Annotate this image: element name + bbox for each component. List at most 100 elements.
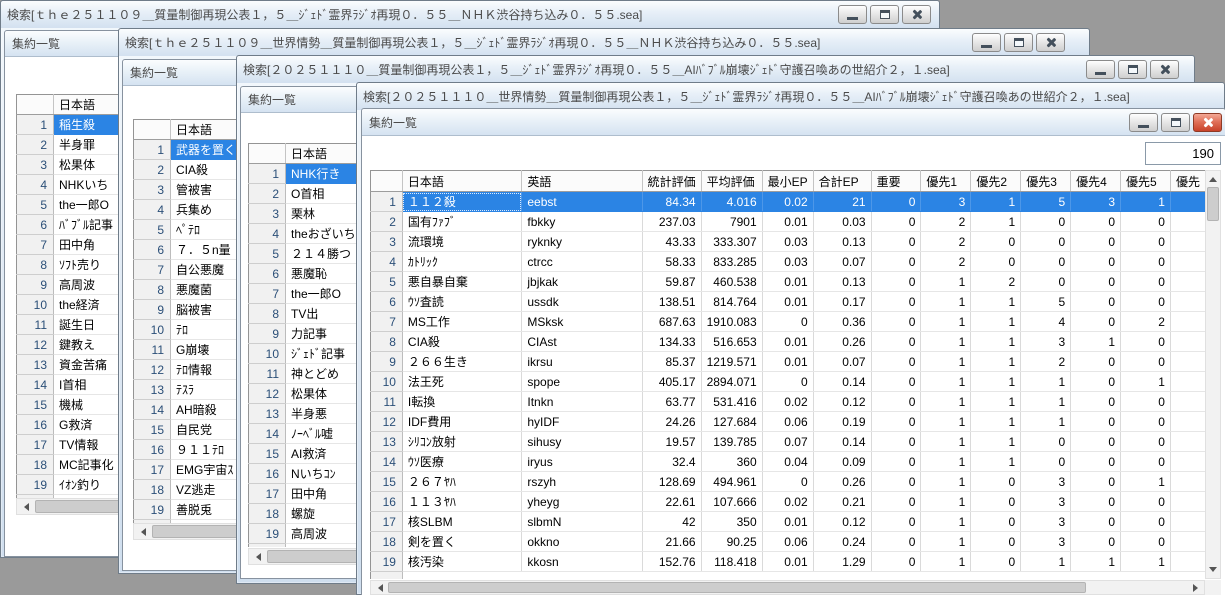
value-cell[interactable]: 58.33 (642, 251, 702, 272)
value-cell[interactable]: 333.307 (701, 231, 763, 252)
value-cell[interactable]: 0.07 (813, 351, 872, 372)
scroll-left-button[interactable] (371, 581, 387, 594)
row-number[interactable]: 15 (133, 419, 171, 440)
scroll-left-button[interactable] (249, 549, 266, 564)
value-cell[interactable]: 1 (920, 331, 972, 352)
value-cell[interactable]: 118.418 (701, 551, 763, 572)
value-cell[interactable]: 0 (1070, 271, 1122, 292)
row-number[interactable]: 8 (133, 279, 171, 300)
row-number[interactable]: 18 (133, 479, 171, 500)
value-cell[interactable]: 0 (970, 251, 1022, 272)
value-cell[interactable]: 85.37 (642, 351, 702, 372)
row-number[interactable]: 2 (16, 134, 54, 155)
value-cell[interactable]: 128.69 (642, 471, 702, 492)
japanese-cell[interactable]: 剣を置く (402, 531, 523, 552)
value-cell[interactable]: 3 (1020, 511, 1072, 532)
column-header-11[interactable]: 優先4 (1070, 170, 1122, 192)
value-cell[interactable]: 0 (762, 471, 814, 492)
value-cell[interactable]: 32.4 (642, 451, 702, 472)
value-cell[interactable]: 0 (762, 371, 814, 392)
value-cell[interactable]: 0 (1120, 291, 1171, 312)
value-cell[interactable]: 3 (1020, 531, 1072, 552)
row-number[interactable]: 17 (370, 511, 403, 532)
row-number[interactable]: 3 (133, 179, 171, 200)
japanese-cell[interactable]: 悪自暴自棄 (402, 271, 523, 292)
value-cell[interactable]: 1 (920, 411, 972, 432)
value-cell[interactable]: 0.01 (762, 511, 814, 532)
column-header-1[interactable]: 日本語 (402, 170, 523, 192)
value-cell[interactable]: 0 (871, 251, 922, 272)
row-number[interactable]: 1 (370, 191, 403, 212)
value-cell[interactable]: 0.01 (762, 351, 814, 372)
row-number[interactable]: 14 (16, 374, 54, 395)
value-cell[interactable]: 24.26 (642, 411, 702, 432)
value-cell[interactable]: 1 (1020, 551, 1072, 572)
japanese-cell[interactable]: 核汚染 (402, 551, 523, 572)
scroll-right-button[interactable] (1188, 581, 1204, 594)
value-cell[interactable]: 237.03 (642, 211, 702, 232)
value-cell[interactable] (1170, 551, 1206, 572)
value-cell[interactable]: 1 (1020, 371, 1072, 392)
value-cell[interactable]: 0 (1120, 511, 1171, 532)
value-cell[interactable]: 833.285 (701, 251, 763, 272)
row-number[interactable]: 7 (370, 311, 403, 332)
value-cell[interactable]: 2894.071 (701, 371, 763, 392)
value-cell[interactable]: 0 (871, 211, 922, 232)
english-cell[interactable]: ctrcc (521, 251, 643, 272)
value-cell[interactable] (1170, 271, 1206, 292)
japanese-cell[interactable]: ２６６生き (402, 351, 523, 372)
value-cell[interactable]: 0 (1120, 431, 1171, 452)
value-cell[interactable]: 0.03 (813, 211, 872, 232)
row-number[interactable]: 19 (16, 474, 54, 495)
japanese-cell[interactable]: ２６７ﾔﾊ (402, 471, 523, 492)
english-cell[interactable]: fbkky (521, 211, 643, 232)
value-cell[interactable] (1170, 211, 1206, 232)
value-cell[interactable]: 0 (1070, 251, 1122, 272)
value-cell[interactable]: 0 (1070, 451, 1122, 472)
value-cell[interactable]: 1 (920, 311, 972, 332)
value-cell[interactable]: 4.016 (701, 191, 763, 212)
value-cell[interactable]: 1 (1120, 551, 1171, 572)
row-number[interactable]: 11 (16, 314, 54, 335)
japanese-cell[interactable]: I転換 (402, 391, 523, 412)
value-cell[interactable]: 0 (1020, 231, 1072, 252)
value-cell[interactable]: 5 (1020, 191, 1072, 212)
close-button[interactable] (902, 5, 931, 24)
row-number[interactable]: 6 (370, 291, 403, 312)
column-header-12[interactable]: 優先5 (1120, 170, 1171, 192)
value-cell[interactable] (1170, 351, 1206, 372)
value-cell[interactable]: 1.29 (813, 551, 872, 572)
value-cell[interactable]: 1 (1020, 391, 1072, 412)
row-number[interactable]: 10 (248, 343, 286, 364)
value-cell[interactable]: 0.06 (762, 411, 814, 432)
value-cell[interactable]: 1 (920, 551, 972, 572)
restore-button[interactable] (870, 5, 899, 24)
row-number[interactable]: 12 (248, 383, 286, 404)
value-cell[interactable] (1170, 411, 1206, 432)
value-cell[interactable]: 5 (1020, 291, 1072, 312)
row-number[interactable]: 19 (248, 523, 286, 544)
value-cell[interactable]: 0.09 (813, 451, 872, 472)
column-header-8[interactable]: 優先1 (920, 170, 972, 192)
value-cell[interactable]: 1 (970, 391, 1022, 412)
value-cell[interactable]: 3 (1020, 491, 1072, 512)
row-number[interactable]: 15 (370, 471, 403, 492)
value-cell[interactable]: 3 (1070, 191, 1122, 212)
row-number[interactable]: 2 (370, 211, 403, 232)
value-cell[interactable]: 460.538 (701, 271, 763, 292)
value-cell[interactable]: 0 (1120, 231, 1171, 252)
minimize-button[interactable] (1086, 60, 1115, 79)
row-number[interactable]: 4 (248, 223, 286, 244)
value-cell[interactable]: 1 (920, 371, 972, 392)
value-cell[interactable]: 0 (1020, 251, 1072, 272)
value-cell[interactable]: 0 (1070, 411, 1122, 432)
column-header-3[interactable]: 統計評価 (642, 170, 702, 192)
value-cell[interactable]: 0 (871, 311, 922, 332)
value-cell[interactable]: 1 (970, 351, 1022, 372)
value-cell[interactable]: 127.684 (701, 411, 763, 432)
value-cell[interactable]: 0 (1120, 391, 1171, 412)
value-cell[interactable] (1170, 311, 1206, 332)
close-button[interactable] (1150, 60, 1179, 79)
row-number[interactable]: 18 (370, 531, 403, 552)
value-cell[interactable]: 0.02 (762, 491, 814, 512)
